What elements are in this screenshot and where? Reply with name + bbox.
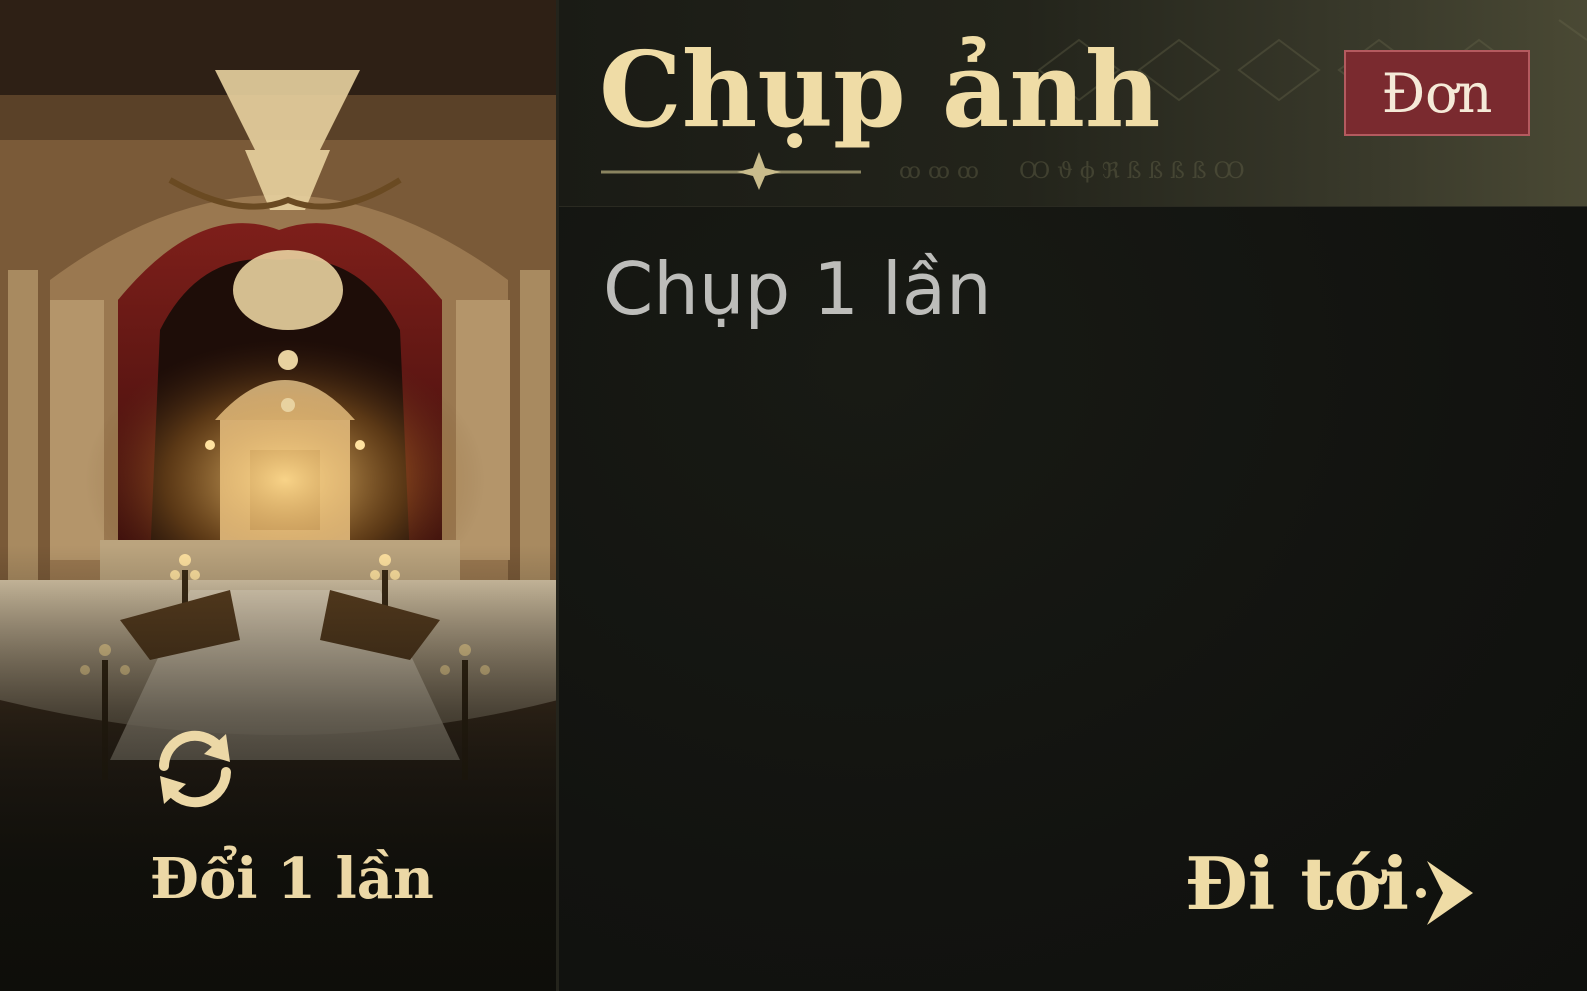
arrow-right-icon <box>1416 861 1473 925</box>
panel-title: Chụp ảnh <box>599 28 1161 151</box>
swap-scene-button[interactable]: Đổi 1 lần <box>150 728 434 938</box>
ballroom-scene-image: Đổi 1 lần <box>0 0 558 991</box>
svg-text:Ꝏ ϑ ϕ ℜ ß ß ß ß Ꝏ: Ꝏ ϑ ϕ ℜ ß ß ß ß Ꝏ <box>1019 159 1245 184</box>
panel-header: ꝏ ꝏ ꝏ Ꝏ ϑ ϕ ℜ ß ß ß ß Ꝏ Chụp ảnh Đơn <box>559 0 1587 207</box>
svg-text:ꝏ ꝏ ꝏ: ꝏ ꝏ ꝏ <box>899 159 979 184</box>
task-body: Chụp 1 lần Đi tới <box>559 207 1587 991</box>
swap-scene-label: Đổi 1 lần <box>150 846 434 912</box>
go-to-button[interactable]: Đi tới <box>1185 837 1485 933</box>
photo-task-card: Đổi 1 lần ꝏ ꝏ ꝏ Ꝏ ϑ ϕ ℜ ß ß ß ß Ꝏ Chụp ả… <box>0 0 1587 991</box>
task-description: Chụp 1 lần <box>603 247 992 331</box>
refresh-arrows-icon <box>159 730 231 808</box>
mode-badge-button[interactable]: Đơn <box>1344 50 1530 136</box>
go-to-label: Đi tới <box>1185 841 1409 926</box>
title-divider-ornament <box>601 152 861 190</box>
